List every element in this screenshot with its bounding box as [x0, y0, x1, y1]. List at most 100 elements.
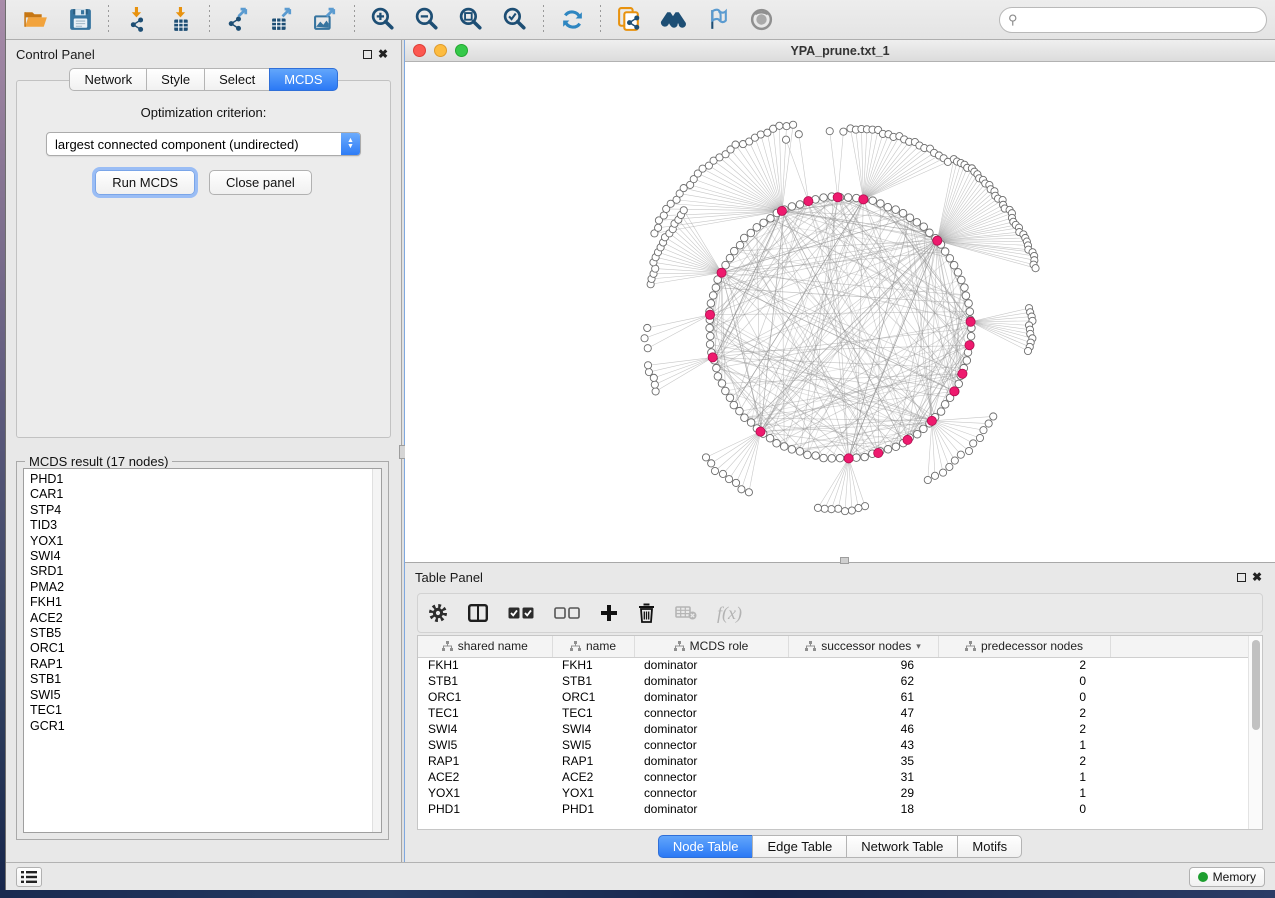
save-session-button[interactable] — [58, 3, 102, 37]
mcds-result-item[interactable]: PHD1 — [30, 472, 372, 487]
sort-descending-icon: ▾ — [916, 641, 921, 652]
network-graph[interactable] — [405, 62, 1275, 562]
mcds-result-item[interactable]: STP4 — [30, 503, 372, 518]
table-row[interactable]: ORC1ORC1dominator610 — [418, 689, 1248, 705]
table-toolbar: f(x) — [417, 593, 1263, 633]
zoom-in-button[interactable] — [361, 3, 405, 37]
add-row-icon — [600, 604, 618, 622]
open-file-button[interactable] — [14, 3, 58, 37]
mcds-result-group: MCDS result (17 nodes) PHD1CAR1STP4TID3Y… — [16, 461, 389, 840]
run-mcds-button[interactable]: Run MCDS — [95, 170, 195, 195]
panel-divider[interactable] — [401, 40, 404, 862]
zoom-selected-button[interactable] — [493, 3, 537, 37]
deselect-all-icon — [554, 607, 580, 619]
table-row[interactable]: STB1STB1dominator620 — [418, 673, 1248, 689]
horizontal-divider-grip[interactable] — [840, 557, 849, 564]
mcds-result-item[interactable]: SRD1 — [30, 564, 372, 579]
float-table-panel-button[interactable] — [1233, 569, 1249, 585]
delete-rows-button[interactable] — [638, 598, 655, 628]
apply-layout-icon — [559, 6, 586, 33]
table-scrollbar[interactable] — [1248, 636, 1262, 829]
mcds-result-item[interactable]: CAR1 — [30, 487, 372, 502]
mcds-result-item[interactable]: PMA2 — [30, 580, 372, 595]
table-row[interactable]: SWI5SWI5connector431 — [418, 737, 1248, 753]
column-header-name[interactable]: name — [552, 636, 634, 657]
mcds-result-item[interactable]: RAP1 — [30, 657, 372, 672]
close-table-panel-button[interactable]: ✖ — [1249, 569, 1265, 585]
show-columns-button[interactable] — [468, 598, 488, 628]
mcds-result-item[interactable]: STB5 — [30, 626, 372, 641]
task-history-button[interactable] — [16, 867, 42, 887]
mcds-result-item[interactable]: YOX1 — [30, 534, 372, 549]
tab-network-table[interactable]: Network Table — [846, 835, 957, 858]
criterion-selected-value: largest connected component (undirected) — [47, 137, 341, 152]
tab-edge-table[interactable]: Edge Table — [752, 835, 846, 858]
tab-style[interactable]: Style — [146, 68, 204, 91]
import-network-button[interactable] — [115, 3, 159, 37]
mcds-result-list[interactable]: PHD1CAR1STP4TID3YOX1SWI4SRD1PMA2FKH1ACE2… — [23, 468, 382, 833]
tab-select[interactable]: Select — [204, 68, 269, 91]
table-options-button[interactable] — [428, 598, 448, 628]
show-hidden-button[interactable] — [739, 3, 783, 37]
column-header-shared-name[interactable]: shared name — [418, 636, 552, 657]
memory-button[interactable]: Memory — [1189, 867, 1265, 887]
mcds-result-item[interactable]: SWI5 — [30, 688, 372, 703]
table-row[interactable]: RAP1RAP1dominator352 — [418, 753, 1248, 769]
export-table-button[interactable] — [260, 3, 304, 37]
optimization-criterion-label: Optimization criterion: — [17, 105, 390, 120]
column-header-MCDS-role[interactable]: MCDS role — [634, 636, 788, 657]
tab-node-table[interactable]: Node Table — [658, 835, 753, 858]
mcds-result-item[interactable]: TEC1 — [30, 703, 372, 718]
zoom-window-button[interactable] — [455, 44, 468, 57]
export-network-icon — [225, 6, 252, 33]
zoom-out-button[interactable] — [405, 3, 449, 37]
network-canvas[interactable] — [405, 62, 1275, 562]
column-header-predecessor-nodes[interactable]: predecessor nodes — [938, 636, 1110, 657]
table-row[interactable]: YOX1YOX1connector291 — [418, 785, 1248, 801]
clear-table-icon — [675, 606, 697, 620]
save-session-icon — [67, 6, 94, 33]
tab-network[interactable]: Network — [69, 68, 146, 91]
mcds-result-item[interactable]: TID3 — [30, 518, 372, 533]
hide-selected-button[interactable] — [695, 3, 739, 37]
first-neighbors-button[interactable] — [651, 3, 695, 37]
clone-network-icon — [616, 6, 643, 33]
minimize-window-button[interactable] — [434, 44, 447, 57]
search-input[interactable] — [1022, 13, 1258, 27]
mcds-result-item[interactable]: GCR1 — [30, 719, 372, 734]
close-panel-button[interactable]: ✖ — [375, 46, 391, 62]
criterion-select[interactable]: largest connected component (undirected)… — [46, 132, 361, 156]
column-header-successor-nodes[interactable]: successor nodes▾ — [788, 636, 938, 657]
table-row[interactable]: TEC1TEC1connector472 — [418, 705, 1248, 721]
network-search-box[interactable]: ⚲ — [999, 7, 1267, 33]
export-image-icon — [313, 6, 340, 33]
mcds-result-item[interactable]: FKH1 — [30, 595, 372, 610]
export-image-button[interactable] — [304, 3, 348, 37]
select-all-button[interactable] — [508, 598, 534, 628]
table-row[interactable]: FKH1FKH1dominator962 — [418, 657, 1248, 673]
clone-network-button[interactable] — [607, 3, 651, 37]
table-row[interactable]: PHD1PHD1dominator180 — [418, 801, 1248, 817]
table-row[interactable]: ACE2ACE2connector311 — [418, 769, 1248, 785]
deselect-all-button[interactable] — [554, 598, 580, 628]
float-panel-button[interactable] — [359, 46, 375, 62]
mcds-tab-content: Optimization criterion: largest connecte… — [16, 80, 391, 438]
tab-mcds[interactable]: MCDS — [269, 68, 337, 91]
mcds-result-item[interactable]: STB1 — [30, 672, 372, 687]
mcds-result-item[interactable]: ORC1 — [30, 641, 372, 656]
export-network-button[interactable] — [216, 3, 260, 37]
tab-motifs[interactable]: Motifs — [957, 835, 1022, 858]
mcds-result-item[interactable]: ACE2 — [30, 611, 372, 626]
mcds-result-item[interactable]: SWI4 — [30, 549, 372, 564]
table-row[interactable]: SWI4SWI4dominator462 — [418, 721, 1248, 737]
network-window-titlebar[interactable]: YPA_prune.txt_1 — [405, 40, 1275, 62]
zoom-fit-button[interactable] — [449, 3, 493, 37]
result-list-scrollbar[interactable] — [372, 469, 381, 832]
close-mcds-panel-button[interactable]: Close panel — [209, 170, 312, 195]
import-table-button[interactable] — [159, 3, 203, 37]
table-scrollbar-thumb[interactable] — [1252, 640, 1260, 730]
toolbar-separator — [108, 5, 109, 35]
apply-layout-button[interactable] — [550, 3, 594, 37]
add-row-button[interactable] — [600, 598, 618, 628]
close-window-button[interactable] — [413, 44, 426, 57]
